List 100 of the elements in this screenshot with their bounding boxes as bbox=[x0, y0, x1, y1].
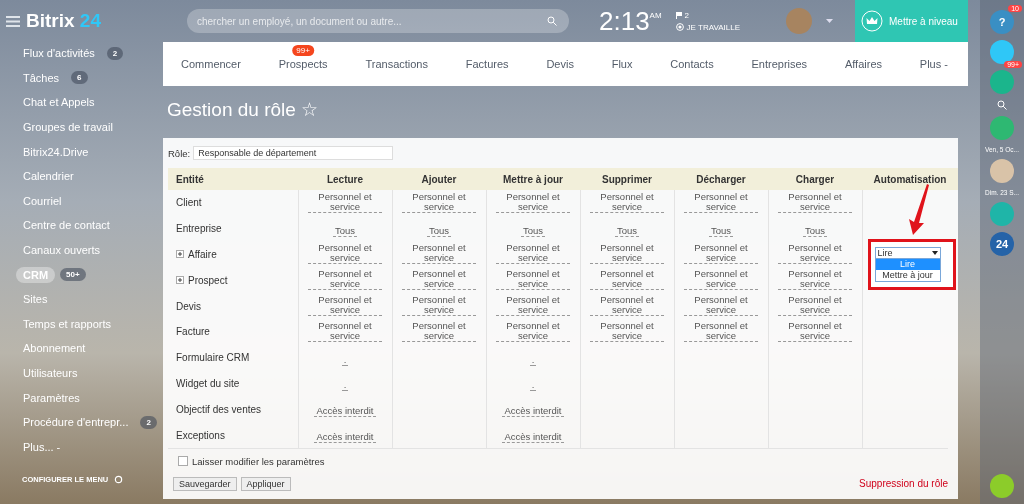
column-header: Automatisation bbox=[862, 168, 958, 190]
permission-value[interactable]: Personnel et service bbox=[684, 269, 758, 291]
crown-icon bbox=[861, 10, 883, 32]
permission-value[interactable]: Personnel et service bbox=[684, 320, 758, 342]
permission-value[interactable]: Personnel et service bbox=[778, 243, 852, 265]
permission-value[interactable]: Accès interdit bbox=[502, 432, 564, 444]
permission-value[interactable]: . bbox=[341, 380, 349, 392]
count-badge: 99+ bbox=[292, 45, 314, 56]
count-badge: 6 bbox=[71, 71, 88, 85]
permission-value[interactable]: Personnel et service bbox=[590, 320, 664, 342]
entity-name: Objectif des ventes bbox=[176, 403, 262, 415]
nav-tab[interactable]: Plus - bbox=[919, 58, 948, 70]
permission-value[interactable]: Personnel et service bbox=[778, 320, 852, 342]
count-badge: 50+ bbox=[60, 268, 86, 282]
permission-value[interactable]: Personnel et service bbox=[684, 191, 758, 213]
search-icon[interactable] bbox=[547, 16, 557, 26]
permission-value[interactable]: Personnel et service bbox=[496, 269, 570, 291]
permission-value[interactable]: Personnel et service bbox=[684, 295, 758, 317]
permission-value[interactable]: Personnel et service bbox=[402, 269, 476, 291]
permission-value[interactable]: Tous bbox=[426, 225, 452, 237]
entity-name: Exceptions bbox=[176, 429, 225, 441]
nav-tab[interactable]: Transactions bbox=[365, 58, 428, 70]
permission-value[interactable]: . bbox=[341, 354, 349, 366]
nav-tab[interactable]: Affaires bbox=[844, 58, 882, 70]
permission-value[interactable]: Personnel et service bbox=[402, 295, 476, 317]
column-header: Mettre à jour bbox=[486, 168, 580, 190]
permission-value[interactable]: . bbox=[529, 380, 537, 392]
permission-value[interactable]: . bbox=[529, 354, 537, 366]
permission-value[interactable]: Tous bbox=[708, 225, 734, 237]
clock-time: 2:13 bbox=[599, 8, 650, 34]
expand-icon[interactable] bbox=[176, 250, 184, 259]
app-badge[interactable]: 24 bbox=[990, 232, 1014, 256]
search-icon[interactable] bbox=[997, 100, 1007, 110]
count-badge: 2 bbox=[140, 415, 157, 429]
delete-role-link[interactable]: Suppression du rôle bbox=[859, 478, 948, 490]
permission-value[interactable]: Personnel et service bbox=[496, 243, 570, 265]
role-input[interactable]: Responsable de département bbox=[193, 146, 394, 160]
permission-value[interactable]: Accès interdit bbox=[314, 406, 376, 418]
column-header: Lecture bbox=[298, 168, 392, 190]
entity-name: Client bbox=[176, 197, 202, 209]
column-header: Supprimer bbox=[580, 168, 674, 190]
permission-value[interactable]: Personnel et service bbox=[402, 243, 476, 265]
permission-value[interactable]: Personnel et service bbox=[308, 191, 382, 213]
count-badge: 2 bbox=[106, 46, 124, 60]
permission-value[interactable]: Tous bbox=[802, 225, 828, 237]
help-button[interactable]: ? bbox=[990, 10, 1014, 34]
automation-select[interactable]: Lire bbox=[874, 246, 941, 259]
checkbox-label: Laisser modifier les paramètres bbox=[192, 455, 325, 467]
nav-tab[interactable]: Contacts bbox=[670, 58, 714, 70]
permission-value[interactable]: Personnel et service bbox=[308, 320, 382, 342]
permission-value[interactable]: Personnel et service bbox=[590, 269, 664, 291]
entity-name: Affaire bbox=[188, 249, 217, 260]
form-button[interactable]: Sauvegarder bbox=[173, 476, 237, 491]
permission-value[interactable]: Personnel et service bbox=[308, 295, 382, 317]
permission-value[interactable]: Personnel et service bbox=[308, 243, 382, 265]
caret-icon bbox=[931, 250, 938, 255]
column-header: Entité bbox=[168, 168, 298, 190]
nav-tab[interactable]: Devis bbox=[546, 58, 574, 70]
page-title: Gestion du rôle ☆ bbox=[167, 98, 320, 122]
nav-tab[interactable]: Commencer bbox=[181, 58, 241, 70]
nav-tab[interactable]: Flux bbox=[611, 58, 633, 70]
caret-icon[interactable] bbox=[825, 19, 833, 23]
column-header: Décharger bbox=[674, 168, 768, 190]
permission-value[interactable]: Personnel et service bbox=[402, 191, 476, 213]
permission-value[interactable]: Personnel et service bbox=[496, 320, 570, 342]
column-header: Ajouter bbox=[392, 168, 486, 190]
permission-value[interactable]: Personnel et service bbox=[778, 191, 852, 213]
checkbox[interactable] bbox=[178, 456, 188, 467]
settings-icon[interactable] bbox=[114, 475, 124, 485]
form-button[interactable]: Appliquer bbox=[240, 476, 291, 491]
nav-tab[interactable]: Entreprises bbox=[751, 58, 808, 70]
permission-value[interactable]: Personnel et service bbox=[308, 269, 382, 291]
permission-value[interactable]: Personnel et service bbox=[778, 269, 852, 291]
entity-name: Facture bbox=[176, 326, 210, 338]
nav-tab[interactable]: Factures bbox=[465, 58, 509, 70]
menu-icon[interactable] bbox=[6, 15, 20, 27]
flag-icon bbox=[675, 11, 682, 19]
expand-icon[interactable] bbox=[176, 276, 184, 285]
permission-value[interactable]: Personnel et service bbox=[496, 191, 570, 213]
entity-name: Formulaire CRM bbox=[176, 352, 250, 364]
permission-value[interactable]: Personnel et service bbox=[778, 295, 852, 317]
permission-value[interactable]: Personnel et service bbox=[402, 320, 476, 342]
permission-value[interactable]: Personnel et service bbox=[496, 295, 570, 317]
column-header: Charger bbox=[768, 168, 862, 190]
permission-value[interactable]: Tous bbox=[614, 225, 640, 237]
entity-name: Prospect bbox=[188, 274, 228, 286]
permission-value[interactable]: Accès interdit bbox=[502, 406, 564, 418]
permission-value[interactable]: Tous bbox=[520, 225, 546, 237]
permission-value[interactable]: Personnel et service bbox=[590, 191, 664, 213]
flag-count: 2 bbox=[684, 10, 690, 20]
clock-period: AM bbox=[649, 11, 662, 20]
status-icon bbox=[675, 23, 684, 31]
permission-value[interactable]: Accès interdit bbox=[314, 432, 376, 444]
permission-value[interactable]: Tous bbox=[332, 225, 358, 237]
permission-value[interactable]: Personnel et service bbox=[590, 295, 664, 317]
entity-name: Entreprise bbox=[176, 223, 222, 235]
permission-value[interactable]: Personnel et service bbox=[590, 243, 664, 265]
role-label: Rôle: bbox=[168, 147, 191, 159]
entity-name: Devis bbox=[176, 300, 201, 312]
permission-value[interactable]: Personnel et service bbox=[684, 243, 758, 265]
